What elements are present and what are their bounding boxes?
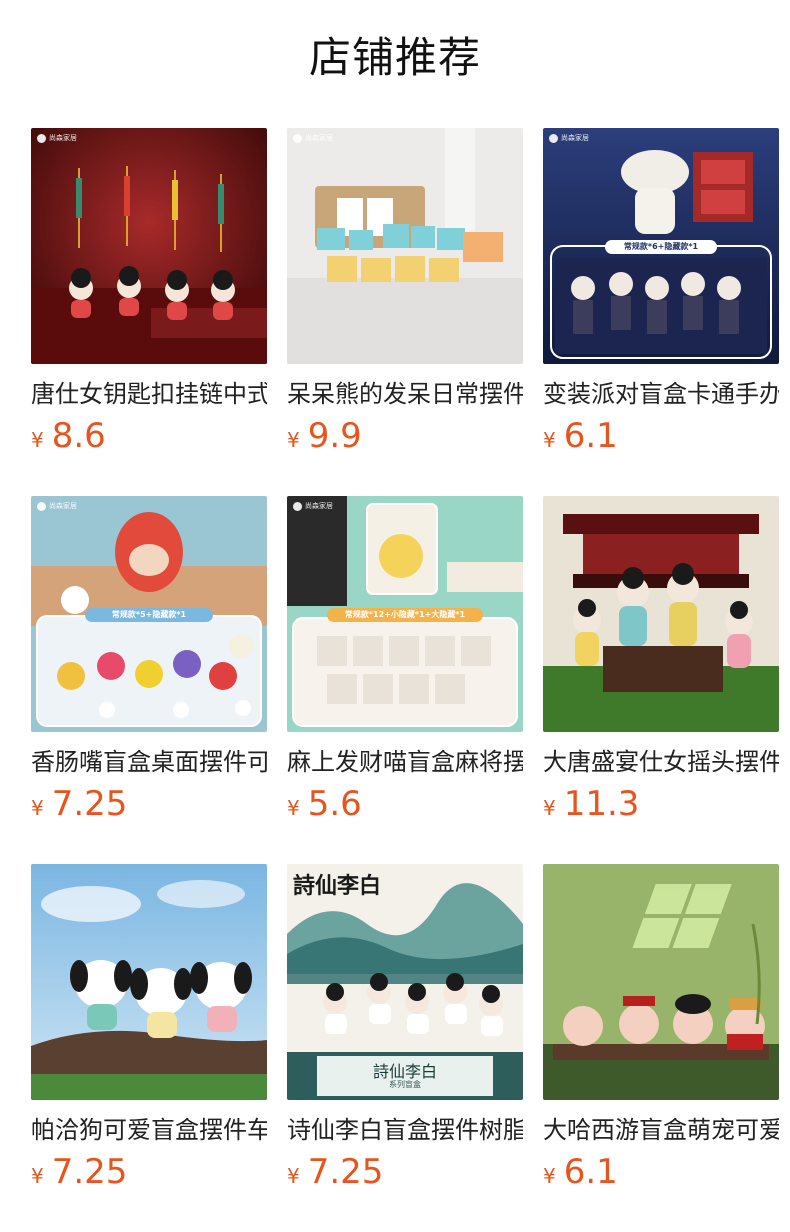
- product-title[interactable]: 诗仙李白盲盒摆件树脂: [287, 1114, 523, 1146]
- currency-symbol: ¥: [287, 1164, 300, 1188]
- currency-symbol: ¥: [31, 796, 44, 820]
- price-value: 9.9: [307, 416, 362, 456]
- product-card[interactable]: 尚森家居 呆呆熊的发呆日常摆件 ¥ 9.9: [287, 128, 523, 468]
- product-image-mahjong-cat-blindbox[interactable]: 尚森家居 常规款*12+小隐藏*1+大隐藏*1: [287, 496, 523, 732]
- product-card[interactable]: 尚森家居 唐仕女钥匙扣挂链中式 ¥ 8.6: [31, 128, 267, 468]
- product-title[interactable]: 唐仕女钥匙扣挂链中式: [31, 378, 267, 410]
- product-image-sausage-mouth-blindbox[interactable]: 尚森家居 常规款*5+隐藏款*1: [31, 496, 267, 732]
- brand-watermark: 尚森家居: [549, 134, 589, 143]
- product-title[interactable]: 大哈西游盲盒萌宠可爱: [543, 1114, 779, 1146]
- price-value: 6.1: [563, 416, 618, 456]
- product-card[interactable]: 帕洽狗可爱盲盒摆件车载 ¥ 7.25: [31, 864, 267, 1204]
- product-card[interactable]: 詩仙李白 詩仙李白 系列盲盒 诗仙李白盲盒摆件树脂 ¥ 7.25: [287, 864, 523, 1204]
- price-value: 6.1: [563, 1152, 618, 1192]
- product-price: ¥ 7.25: [287, 1152, 523, 1192]
- product-price: ¥ 11.3: [543, 784, 779, 824]
- product-image-poet-li-bai-blindbox[interactable]: 詩仙李白 詩仙李白 系列盲盒: [287, 864, 523, 1100]
- price-value: 7.25: [51, 1152, 128, 1192]
- brand-logo-icon: [293, 134, 302, 143]
- brand-watermark: 尚森家居: [293, 502, 333, 511]
- product-image-bear-desk-figures[interactable]: 尚森家居: [287, 128, 523, 364]
- currency-symbol: ¥: [543, 1164, 556, 1188]
- price-value: 7.25: [51, 784, 128, 824]
- product-title[interactable]: 香肠嘴盲盒桌面摆件可爱: [31, 746, 267, 778]
- price-value: 7.25: [307, 1152, 384, 1192]
- product-card[interactable]: 大哈西游盲盒萌宠可爱 ¥ 6.1: [543, 864, 779, 1204]
- product-title[interactable]: 帕洽狗可爱盲盒摆件车载: [31, 1114, 267, 1146]
- price-value: 11.3: [563, 784, 640, 824]
- product-price: ¥ 5.6: [287, 784, 523, 824]
- product-price: ¥ 6.1: [543, 416, 779, 456]
- product-image-tang-feast-ladies[interactable]: [543, 496, 779, 732]
- brand-logo-icon: [293, 502, 302, 511]
- product-grid: 尚森家居 唐仕女钥匙扣挂链中式 ¥ 8.6 尚森家居 呆呆熊的发呆日常摆件 ¥ …: [0, 120, 790, 1232]
- product-image-journey-west-blindbox[interactable]: [543, 864, 779, 1100]
- currency-symbol: ¥: [31, 428, 44, 452]
- price-value: 8.6: [51, 416, 106, 456]
- product-card[interactable]: 尚森家居 常规款*12+小隐藏*1+大隐藏*1 麻上发财喵盲盒麻将摆件 ¥ 5.…: [287, 496, 523, 836]
- product-card[interactable]: 尚森家居 常规款*6+隐藏款*1 变装派对盲盒卡通手办 ¥ 6.1: [543, 128, 779, 468]
- brand-watermark: 尚森家居: [37, 134, 77, 143]
- product-price: ¥ 7.25: [31, 1152, 267, 1192]
- product-title[interactable]: 麻上发财喵盲盒麻将摆件: [287, 746, 523, 778]
- product-image-pochacco-dogs[interactable]: [31, 864, 267, 1100]
- product-card[interactable]: 大唐盛宴仕女摇头摆件 ¥ 11.3: [543, 496, 779, 836]
- page-header: 店铺推荐: [0, 0, 790, 120]
- product-title[interactable]: 变装派对盲盒卡通手办: [543, 378, 779, 410]
- product-image-costume-party-blindbox[interactable]: 尚森家居 常规款*6+隐藏款*1: [543, 128, 779, 364]
- product-card[interactable]: 尚森家居 常规款*5+隐藏款*1 香肠嘴盲盒桌面摆件可爱 ¥ 7.25: [31, 496, 267, 836]
- brand-logo-icon: [37, 134, 46, 143]
- brand-watermark: 尚森家居: [37, 502, 77, 511]
- brand-logo-icon: [549, 134, 558, 143]
- currency-symbol: ¥: [543, 428, 556, 452]
- product-price: ¥ 8.6: [31, 416, 267, 456]
- product-image-tang-lady-keychains[interactable]: 尚森家居: [31, 128, 267, 364]
- brand-logo-icon: [37, 502, 46, 511]
- product-title[interactable]: 大唐盛宴仕女摇头摆件: [543, 746, 779, 778]
- product-price: ¥ 6.1: [543, 1152, 779, 1192]
- price-value: 5.6: [307, 784, 362, 824]
- currency-symbol: ¥: [287, 428, 300, 452]
- product-badge: 常规款*6+隐藏款*1: [623, 242, 699, 251]
- currency-symbol: ¥: [31, 1164, 44, 1188]
- product-badge: 常规款*5+隐藏款*1: [111, 610, 187, 619]
- page-title: 店铺推荐: [308, 32, 481, 82]
- currency-symbol: ¥: [287, 796, 300, 820]
- product-badge: 常规款*12+小隐藏*1+大隐藏*1: [344, 610, 466, 619]
- currency-symbol: ¥: [543, 796, 556, 820]
- cover-title: 詩仙李白: [293, 873, 382, 899]
- product-price: ¥ 7.25: [31, 784, 267, 824]
- box-sublabel: 系列盲盒: [389, 1080, 421, 1089]
- product-title[interactable]: 呆呆熊的发呆日常摆件: [287, 378, 523, 410]
- brand-watermark: 尚森家居: [293, 134, 333, 143]
- product-price: ¥ 9.9: [287, 416, 523, 456]
